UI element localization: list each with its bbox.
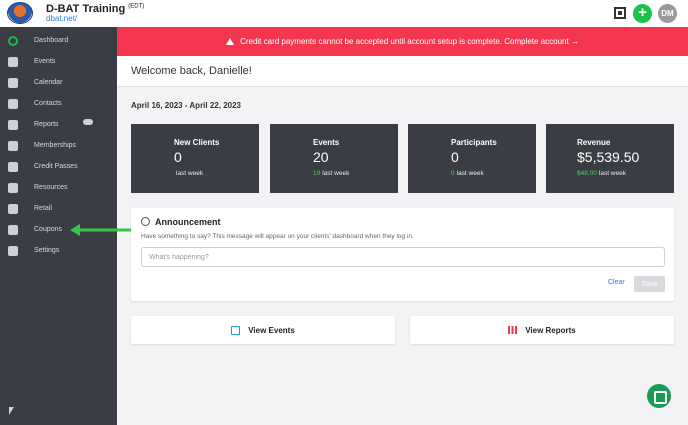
stat-value: 20 <box>313 149 329 165</box>
view-reports-button[interactable]: View Reports <box>410 316 674 344</box>
sidebar-item-label: Reports <box>34 121 59 128</box>
timezone-label: (EDT) <box>128 3 145 10</box>
stat-card-revenue: Revenue $5,539.50 $48.00 last week <box>546 124 674 193</box>
stat-sub: 19 last week <box>313 170 349 177</box>
user-avatar[interactable]: DM <box>658 4 677 23</box>
credit-passes-icon <box>8 161 18 172</box>
sidebar-item-dashboard[interactable]: Dashboard <box>0 30 117 51</box>
stat-sub: $48.00 last week <box>577 170 626 177</box>
stat-title: Revenue <box>577 138 611 147</box>
stat-change: $48.00 <box>577 170 597 177</box>
announcement-description: Have something to say? This message will… <box>141 233 414 240</box>
qr-code-icon[interactable] <box>614 7 626 19</box>
top-header: D-BAT Training (EDT) dbat.net/ + DM <box>0 0 688 27</box>
sidebar-item-contacts[interactable]: Contacts <box>0 93 117 114</box>
sidebar-item-label: Credit Passes <box>34 163 78 170</box>
cloud-upload-icon[interactable] <box>83 119 93 125</box>
sidebar-item-label: Resources <box>34 184 68 191</box>
events-icon <box>8 56 18 67</box>
reports-icon <box>8 119 18 130</box>
dashboard-icon <box>8 35 18 46</box>
stat-value: 0 <box>451 149 459 165</box>
announcement-title: Announcement <box>155 217 221 227</box>
sidebar-item-label: Calendar <box>34 79 63 86</box>
welcome-heading: Welcome back, Danielle! <box>131 65 252 77</box>
sidebar-item-credit-passes[interactable]: Credit Passes <box>0 156 117 177</box>
account-setup-banner[interactable]: Credit card payments cannot be accepted … <box>117 27 688 56</box>
sidebar-item-label: Contacts <box>34 100 62 107</box>
banner-text[interactable]: Credit card payments cannot be accepted … <box>240 37 579 46</box>
retail-icon <box>8 203 18 214</box>
announcement-panel: Announcement Have something to say? This… <box>131 208 674 301</box>
stat-value: 0 <box>174 149 182 165</box>
bar-chart-icon <box>508 326 518 334</box>
sidebar-item-settings[interactable]: Settings <box>0 240 117 261</box>
annotation-arrow <box>70 224 132 236</box>
stat-title: New Clients <box>174 138 220 147</box>
date-range-label: April 16, 2023 - April 22, 2023 <box>131 101 241 110</box>
support-chat-button[interactable] <box>647 384 671 408</box>
stat-period: last week <box>456 170 484 177</box>
sidebar-item-label: Coupons <box>34 226 63 233</box>
pointer-cursor-icon <box>9 407 14 415</box>
sidebar-item-label: Events <box>34 58 56 65</box>
view-events-button[interactable]: View Events <box>131 316 395 344</box>
view-reports-label: View Reports <box>525 325 576 335</box>
sidebar-item-events[interactable]: Events <box>0 51 117 72</box>
brand-url-link[interactable]: dbat.net/ <box>46 14 77 23</box>
calendar-icon <box>8 77 18 88</box>
warning-icon <box>226 38 235 45</box>
stat-title: Participants <box>451 138 497 147</box>
contacts-icon <box>8 98 18 109</box>
stat-sub: last week <box>174 170 203 177</box>
announcement-input[interactable] <box>141 247 665 267</box>
add-button[interactable]: + <box>633 4 652 23</box>
sidebar-item-label: Settings <box>34 247 60 254</box>
save-button[interactable]: Save <box>634 276 665 292</box>
view-events-label: View Events <box>248 325 295 335</box>
stat-value: $5,539.50 <box>577 149 640 165</box>
stat-card-events: Events 20 19 last week <box>270 124 398 193</box>
resources-icon <box>8 182 18 193</box>
chat-bubble-icon <box>141 217 150 226</box>
sidebar-item-calendar[interactable]: Calendar <box>0 72 117 93</box>
sidebar-item-label: Memberships <box>34 142 77 149</box>
welcome-bar: Welcome back, Danielle! <box>117 56 688 87</box>
clear-button[interactable]: Clear <box>608 279 625 286</box>
stat-period: last week <box>322 170 350 177</box>
stat-period: last week <box>176 170 204 177</box>
stat-change: 19 <box>313 170 321 177</box>
stat-sub: 0 last week <box>451 170 484 177</box>
stat-card-new-clients: New Clients 0 last week <box>131 124 259 193</box>
calendar-icon <box>231 325 241 335</box>
stat-card-participants: Participants 0 0 last week <box>408 124 536 193</box>
sidebar-item-retail[interactable]: Retail <box>0 198 117 219</box>
dbat-logo[interactable] <box>7 2 33 24</box>
stat-title: Events <box>313 138 340 147</box>
sidebar-item-resources[interactable]: Resources <box>0 177 117 198</box>
sidebar-item-label: Retail <box>34 205 52 212</box>
stat-change: 0 <box>451 170 455 177</box>
sidebar-item-label: Dashboard <box>34 37 69 44</box>
sidebar-item-reports[interactable]: Reports <box>0 114 117 135</box>
coupons-icon <box>8 224 18 235</box>
settings-icon <box>8 245 18 256</box>
sidebar-item-memberships[interactable]: Memberships <box>0 135 117 156</box>
memberships-icon <box>8 140 18 151</box>
stat-period: last week <box>598 170 626 177</box>
